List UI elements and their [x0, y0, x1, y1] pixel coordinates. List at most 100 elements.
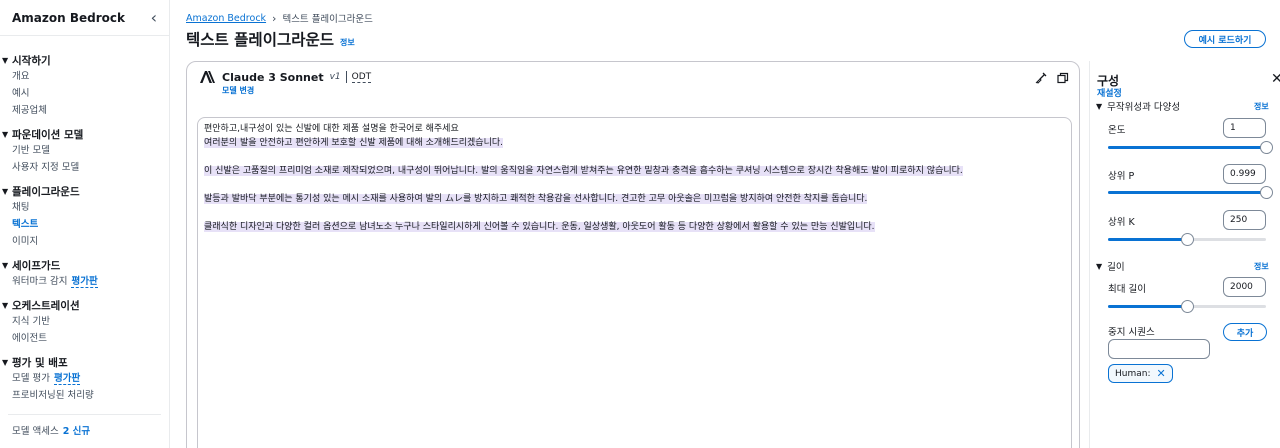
model-selector: Claude 3 Sonnet v1 ODT: [199, 70, 372, 84]
info-link[interactable]: 정보: [340, 37, 355, 48]
max-length-slider[interactable]: [1108, 300, 1266, 313]
sidebar-item-provisioned-throughput[interactable]: 프로비저닝된 처리량: [0, 387, 169, 404]
top-k-slider[interactable]: [1108, 233, 1266, 246]
sidebar-item-base-models[interactable]: 기반 모델: [0, 142, 169, 159]
sidebar-header: Amazon Bedrock ‹: [0, 0, 169, 36]
configuration-panel: 구성 ✕ 재설정 ▼ 무작위성과 다양성 정보 온도 1 상위 P 0.999 상…: [1089, 61, 1280, 448]
close-icon[interactable]: ✕: [1271, 71, 1280, 87]
sidebar-item-chat[interactable]: 채팅: [0, 199, 169, 216]
sidebar-group-getting-started[interactable]: ▼ 시작하기: [0, 52, 169, 68]
sidebar-item-label: 모델 평가: [12, 373, 50, 384]
sidebar-group-label: 플레이그라운드: [12, 185, 80, 198]
sidebar-item-examples[interactable]: 예시: [0, 85, 169, 102]
slider-thumb[interactable]: [1181, 300, 1194, 313]
reset-link[interactable]: 재설정: [1097, 86, 1122, 99]
anthropic-logo-icon: [200, 71, 215, 83]
sidebar-item-image[interactable]: 이미지: [0, 233, 169, 250]
sidebar-item-overview[interactable]: 개요: [0, 68, 169, 85]
sidebar-group-orchestration[interactable]: ▼ 오케스트레이션: [0, 297, 169, 313]
sidebar-groups: ▼ 시작하기 개요 예시 제공업체 ▼ 파운데이션 모델 기반 모델 사용자 지정 …: [0, 36, 169, 440]
sidebar-item-text[interactable]: 텍스트: [0, 216, 169, 233]
page-title: 텍스트 플레이그라운드: [186, 31, 334, 49]
stop-sequences-label: 중지 시퀀스: [1108, 327, 1155, 338]
top-k-input[interactable]: 250: [1223, 210, 1266, 230]
prompt-response-textarea[interactable]: 편안하고,내구성이 있는 신발에 대한 제품 설명을 한국어로 해주세요 여러분…: [197, 117, 1072, 448]
slider-fill: [1108, 305, 1187, 308]
sidebar-item-label: 모델 액세스: [12, 426, 59, 437]
sidebar-item-label: 워터마크 감지: [12, 276, 68, 287]
stop-sequence-input[interactable]: [1108, 339, 1210, 359]
sidebar-group-assessment[interactable]: ▼ 평가 및 배포: [0, 354, 169, 370]
slider-fill: [1108, 146, 1266, 149]
playground-panel: Claude 3 Sonnet v1 ODT 모델 변경 편안하고,내구성이 있…: [186, 61, 1080, 448]
side-navigation: Amazon Bedrock ‹ ▼ 시작하기 개요 예시 제공업체 ▼ 파운데이션…: [0, 0, 170, 448]
caret-down-icon: ▼: [1096, 261, 1103, 271]
sidebar-group-label: 오케스트레이션: [12, 299, 80, 312]
model-version: v1: [329, 72, 341, 82]
page-title-row: 텍스트 플레이그라운드 정보: [186, 28, 355, 50]
top-p-input[interactable]: 0.999: [1223, 164, 1266, 184]
top-k-label: 상위 K: [1108, 217, 1135, 228]
section-label: 길이: [1107, 262, 1125, 273]
response-paragraph: 여러분의 발을 안전하고 편안하게 보호할 신발 제품에 대해 소개해드리겠습니…: [204, 138, 503, 148]
remove-token-icon[interactable]: ✕: [1157, 367, 1166, 380]
sidebar-item-custom-models[interactable]: 사용자 지정 모델: [0, 159, 169, 176]
model-name: Claude 3 Sonnet: [222, 70, 324, 84]
sidebar-item-knowledge-base[interactable]: 지식 기반: [0, 313, 169, 330]
length-section-toggle[interactable]: ▼ 길이: [1096, 259, 1125, 274]
temperature-slider[interactable]: [1108, 141, 1273, 154]
copy-icon[interactable]: [1057, 72, 1069, 84]
response-paragraph: 클래식한 디자인과 다양한 컬러 옵션으로 남녀노소 누구나 스타일리시하게 신…: [204, 222, 875, 232]
collapse-sidebar-icon[interactable]: ‹: [151, 9, 157, 26]
info-link[interactable]: 정보: [1254, 101, 1269, 112]
load-examples-button[interactable]: 예시 로드하기: [1184, 30, 1266, 48]
breadcrumb-current: 텍스트 플레이그라운드: [282, 14, 373, 25]
sidebar-item-model-evaluation[interactable]: 모델 평가 평가판: [0, 370, 169, 387]
breadcrumb: Amazon Bedrock › 텍스트 플레이그라운드: [186, 11, 373, 26]
randomness-section-toggle[interactable]: ▼ 무작위성과 다양성: [1096, 99, 1181, 114]
sidebar-group-label: 세이프가드: [12, 259, 61, 272]
sidebar-title[interactable]: Amazon Bedrock: [12, 11, 125, 25]
caret-down-icon: ▼: [2, 260, 9, 270]
caret-down-icon: ▼: [2, 186, 9, 196]
token-label: Human:: [1115, 368, 1151, 379]
sidebar-item-agents[interactable]: 에이전트: [0, 330, 169, 347]
sidebar-group-safeguards[interactable]: ▼ 세이프가드: [0, 257, 169, 273]
sidebar-item-providers[interactable]: 제공업체: [0, 102, 169, 119]
clear-broom-icon[interactable]: [1035, 72, 1047, 84]
max-length-label: 최대 길이: [1108, 284, 1146, 295]
sidebar-group-playgrounds[interactable]: ▼ 플레이그라운드: [0, 183, 169, 199]
caret-down-icon: ▼: [2, 129, 9, 139]
top-p-slider[interactable]: [1108, 186, 1273, 199]
slider-thumb[interactable]: [1260, 141, 1273, 154]
caret-down-icon: ▼: [2, 55, 9, 65]
stop-sequence-token: Human: ✕: [1108, 364, 1173, 383]
info-link[interactable]: 정보: [1254, 261, 1269, 272]
preview-badge: 평가판: [53, 373, 81, 385]
prompt-text: 편안하고,내구성이 있는 신발에 대한 제품 설명을 한국어로 해주세요: [204, 124, 459, 134]
sidebar-item-watermark-detection[interactable]: 워터마크 감지 평가판: [0, 273, 169, 290]
section-label: 무작위성과 다양성: [1107, 102, 1181, 113]
slider-thumb[interactable]: [1259, 186, 1273, 199]
breadcrumb-root-link[interactable]: Amazon Bedrock: [186, 13, 266, 24]
sidebar-group-label: 평가 및 배포: [12, 356, 68, 369]
sidebar-group-foundation-models[interactable]: ▼ 파운데이션 모델: [0, 126, 169, 142]
slider-fill: [1108, 191, 1266, 194]
new-badge: 2 신규: [62, 426, 91, 437]
caret-down-icon: ▼: [2, 300, 9, 310]
slider-thumb[interactable]: [1181, 233, 1194, 246]
max-length-input[interactable]: 2000: [1223, 277, 1266, 297]
top-p-label: 상위 P: [1108, 171, 1135, 182]
sidebar-item-model-access[interactable]: 모델 액세스 2 신규: [0, 423, 169, 440]
add-stop-sequence-button[interactable]: 추가: [1223, 323, 1267, 341]
slider-fill: [1108, 238, 1187, 241]
temperature-input[interactable]: 1: [1223, 118, 1266, 138]
response-paragraph: 발등과 발바닥 부분에는 통기성 있는 메시 소재를 사용하여 발의 ムレ를 방…: [204, 194, 868, 204]
change-model-link[interactable]: 모델 변경: [222, 85, 254, 96]
panel-actions: [1035, 72, 1069, 84]
throughput-mode[interactable]: ODT: [351, 72, 372, 83]
sidebar-group-label: 시작하기: [12, 54, 51, 67]
